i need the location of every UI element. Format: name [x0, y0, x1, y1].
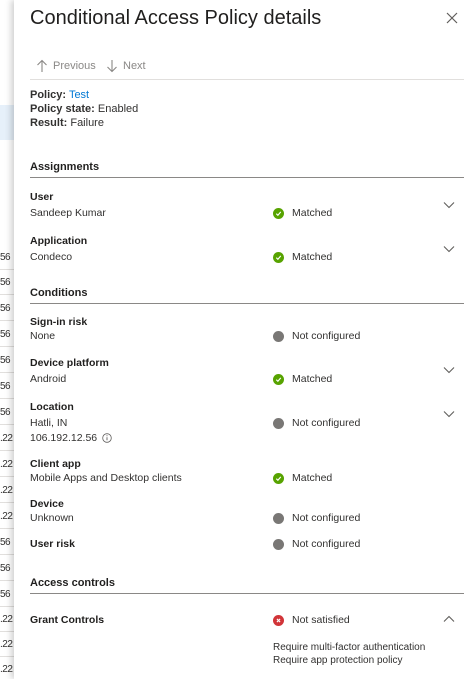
location-value: Hatli, IN [30, 417, 68, 429]
background-row[interactable]: .22 [0, 632, 14, 657]
background-row[interactable]: 56 [0, 530, 14, 555]
device-platform-status: Matched [273, 373, 332, 385]
access-controls-heading: Access controls [30, 577, 115, 589]
grant-controls-status: Not satisfied [273, 614, 350, 626]
grant-controls-label: Grant Controls [30, 614, 105, 626]
grant-controls-status-text: Not satisfied [292, 614, 350, 626]
error-icon [273, 614, 284, 626]
chevron-down-icon[interactable] [443, 201, 455, 209]
not-configured-icon [273, 330, 284, 342]
user-risk-status: Not configured [273, 538, 360, 550]
device-label: Device [30, 498, 64, 510]
close-icon[interactable] [444, 10, 460, 26]
conditions-heading: Conditions [30, 287, 88, 299]
nav-divider [30, 79, 464, 80]
device-value: Unknown [30, 512, 74, 524]
next-button[interactable]: Next [106, 57, 146, 75]
check-icon [273, 207, 284, 219]
device-status: Not configured [273, 512, 360, 524]
background-row[interactable]: 56 [0, 296, 14, 321]
result-value: Failure [70, 117, 104, 129]
policy-state-value: Enabled [97, 103, 139, 115]
location-label: Location [30, 401, 74, 413]
user-status: Matched [273, 207, 332, 219]
policy-state-row: Policy state: Enabled [30, 103, 138, 115]
background-row[interactable]: .22 [0, 607, 14, 632]
background-row[interactable]: 56 [0, 245, 14, 270]
background-list: 56 56 56 56 56 56 56 .22 .22 .22 .22 56 … [0, 0, 14, 679]
previous-button[interactable]: Previous [36, 57, 96, 75]
policy-label: Policy: [30, 89, 67, 101]
conditions-divider [30, 303, 464, 304]
panel-title: Conditional Access Policy details [30, 7, 322, 29]
requirement-item: Require multi-factor authentication [273, 642, 426, 653]
user-label: User [30, 191, 54, 203]
background-row[interactable]: 56 [0, 348, 14, 373]
result-row: Result: Failure [30, 117, 104, 129]
access-controls-divider [30, 593, 464, 594]
not-configured-icon [273, 417, 284, 429]
assignments-divider [30, 177, 464, 178]
assignments-heading: Assignments [30, 161, 100, 173]
check-icon [273, 373, 284, 385]
device-platform-label: Device platform [30, 357, 109, 369]
policy-details-panel: Conditional Access Policy details Previo… [14, 0, 474, 679]
chevron-up-icon[interactable] [443, 615, 455, 623]
client-app-value: Mobile Apps and Desktop clients [30, 472, 182, 484]
chevron-down-icon[interactable] [443, 410, 455, 418]
application-label: Application [30, 235, 88, 247]
background-row[interactable]: 56 [0, 582, 14, 607]
application-value: Condeco [30, 251, 73, 263]
background-row[interactable]: .22 [0, 452, 14, 477]
check-icon [273, 251, 284, 263]
check-icon [273, 472, 284, 484]
background-row[interactable]: 56 [0, 270, 14, 295]
background-row[interactable]: 56 [0, 322, 14, 347]
not-configured-icon [273, 538, 284, 550]
policy-name-row: Policy: Test [30, 89, 89, 101]
user-value: Sandeep Kumar [30, 207, 106, 219]
user-risk-label: User risk [30, 538, 75, 550]
next-label: Next [123, 60, 146, 72]
background-row[interactable]: .22 [0, 426, 14, 451]
background-row[interactable]: .22 [0, 504, 14, 529]
arrow-up-icon [37, 59, 47, 72]
background-row[interactable]: 56 [0, 556, 14, 581]
info-icon[interactable] [102, 433, 112, 443]
device-status-text: Not configured [292, 512, 361, 524]
background-row[interactable]: 56 [0, 374, 14, 399]
location-status-text: Not configured [292, 417, 361, 429]
application-status: Matched [273, 251, 332, 263]
device-platform-value: Android [30, 373, 67, 385]
policy-state-label: Policy state: [30, 103, 95, 115]
signin-risk-status-text: Not configured [292, 330, 361, 342]
result-label: Result: [30, 117, 68, 129]
policy-link[interactable]: Test [69, 89, 89, 101]
signin-risk-label: Sign-in risk [30, 316, 88, 328]
requirement-item: Require app protection policy [273, 655, 403, 666]
user-risk-status-text: Not configured [292, 538, 361, 550]
background-selected-row [0, 105, 14, 140]
background-row[interactable]: .22 [0, 478, 14, 503]
not-configured-icon [273, 512, 284, 524]
client-app-label: Client app [30, 458, 81, 470]
location-ip-row: 106.192.12.56 [30, 432, 112, 444]
location-ip: 106.192.12.56 [30, 432, 98, 444]
chevron-down-icon[interactable] [443, 366, 455, 374]
chevron-down-icon[interactable] [443, 245, 455, 253]
application-status-text: Matched [292, 251, 333, 263]
client-app-status: Matched [273, 472, 332, 484]
previous-label: Previous [53, 60, 96, 72]
user-status-text: Matched [292, 207, 333, 219]
location-status: Not configured [273, 417, 360, 429]
background-row[interactable]: 56 [0, 400, 14, 425]
client-app-status-text: Matched [292, 472, 333, 484]
device-platform-status-text: Matched [292, 373, 333, 385]
background-row[interactable]: .22 [0, 657, 14, 679]
signin-risk-status: Not configured [273, 330, 360, 342]
arrow-down-icon [107, 60, 117, 73]
signin-risk-value: None [30, 330, 56, 342]
